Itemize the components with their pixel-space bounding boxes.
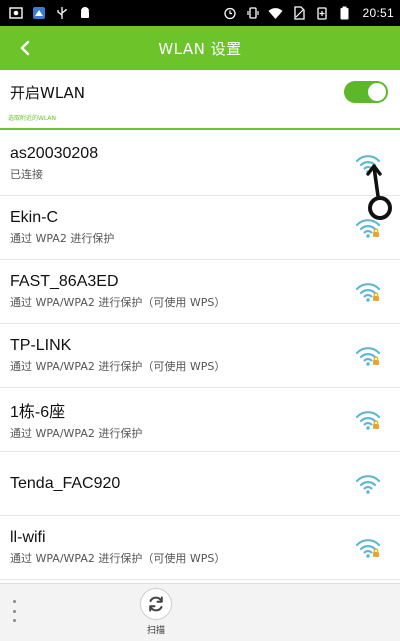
network-item[interactable]: TP-LINK 通过 WPA/WPA2 进行保护（可使用 WPS）: [0, 324, 400, 388]
usb-icon: [54, 7, 69, 20]
more-vertical-icon[interactable]: [6, 596, 22, 626]
chevron-left-icon: [20, 40, 30, 56]
wifi-locked-icon: [352, 276, 384, 308]
vibrate-icon: [245, 7, 260, 20]
network-item[interactable]: FAST_86A3ED 通过 WPA/WPA2 进行保护（可使用 WPS）: [0, 260, 400, 324]
network-name: Tenda_FAC920: [10, 474, 121, 492]
network-text: ll-wifi 通过 WPA/WPA2 进行保护（可使用 WPS）: [10, 529, 352, 566]
refresh-icon: [149, 596, 163, 612]
wlan-toggle-label: 开启WLAN: [10, 83, 86, 102]
network-name: as20030208: [10, 145, 99, 162]
network-text: FAST_86A3ED 通过 WPA/WPA2 进行保护（可使用 WPS）: [10, 273, 352, 310]
network-status: 通过 WPA/WPA2 进行保护（可使用 WPS）: [10, 552, 226, 565]
network-item[interactable]: Tenda_FAC920: [0, 452, 400, 516]
network-list: as20030208 已连接 Ekin-C 通过 WPA2 进行保护 FAST_86A3…: [0, 132, 400, 580]
clock: 20:51: [362, 6, 394, 20]
back-button[interactable]: [10, 26, 40, 70]
network-text: TP-LINK 通过 WPA/WPA2 进行保护（可使用 WPS）: [10, 337, 352, 374]
network-name: 1栋-6座: [10, 404, 66, 421]
battery-saver-icon: [314, 7, 329, 20]
no-sim-icon: [291, 6, 306, 20]
network-name: FAST_86A3ED: [10, 273, 119, 290]
bottom-bar: 扫描: [0, 583, 400, 641]
network-item[interactable]: as20030208 已连接: [0, 132, 400, 196]
wifi-locked-icon: [352, 404, 384, 436]
section-divider: [0, 128, 400, 130]
network-item[interactable]: Ekin-C 通过 WPA2 进行保护: [0, 196, 400, 260]
network-status: 已连接: [10, 168, 43, 181]
network-item[interactable]: ll-wifi 通过 WPA/WPA2 进行保护（可使用 WPS）: [0, 516, 400, 580]
status-bar: 20:51: [0, 0, 400, 26]
scan-circle: [140, 588, 172, 620]
network-name: TP-LINK: [10, 337, 72, 354]
wifi-locked-icon: [352, 340, 384, 372]
app-icon: [31, 7, 46, 20]
network-text: Ekin-C 通过 WPA2 进行保护: [10, 209, 352, 246]
network-text: as20030208 已连接: [10, 145, 352, 182]
wifi-signal-icon: [268, 7, 283, 20]
network-status: 通过 WPA/WPA2 进行保护（可使用 WPS）: [10, 360, 226, 373]
title-bar: WLAN 设置: [0, 26, 400, 70]
network-text: Tenda_FAC920: [10, 475, 352, 493]
alarm-icon: [222, 7, 237, 20]
network-status: 通过 WPA/WPA2 进行保护: [10, 427, 143, 440]
wifi-icon: [352, 468, 384, 500]
wifi-locked-icon: [352, 532, 384, 564]
switch-knob: [368, 83, 386, 101]
battery-icon: [337, 6, 352, 20]
section-header: 选取附近的WLAN: [0, 114, 400, 132]
android-icon: [77, 7, 92, 20]
network-name: Ekin-C: [10, 209, 59, 226]
page-title: WLAN 设置: [158, 39, 242, 58]
scan-button[interactable]: 扫描: [135, 588, 177, 641]
section-label: 选取附近的WLAN: [8, 115, 57, 122]
wlan-switch[interactable]: [344, 81, 388, 103]
network-status: 通过 WPA2 进行保护: [10, 232, 115, 245]
network-name: ll-wifi: [10, 529, 46, 546]
network-item[interactable]: 1栋-6座通过 WPA/WPA2 进行保护: [0, 388, 400, 452]
network-status: 通过 WPA/WPA2 进行保护（可使用 WPS）: [10, 296, 226, 309]
scan-label: 扫描: [146, 626, 165, 636]
wlan-toggle-row[interactable]: 开启WLAN: [0, 70, 400, 114]
network-text: 1栋-6座通过 WPA/WPA2 进行保护: [10, 398, 352, 441]
annotation-arrow-icon: [366, 164, 392, 220]
image-icon: [8, 7, 23, 20]
